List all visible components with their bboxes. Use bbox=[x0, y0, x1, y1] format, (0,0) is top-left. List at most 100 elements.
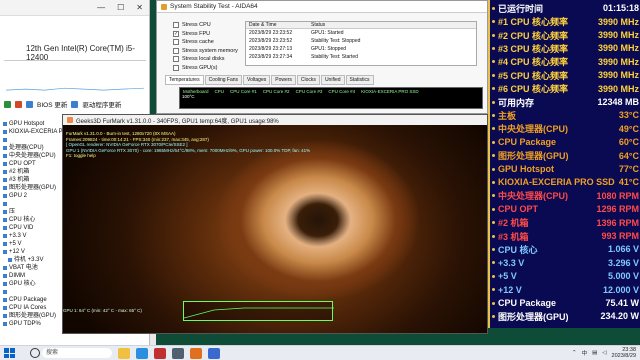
log-row[interactable]: 2023/8/29 23:27:13 GPU1: Stopped bbox=[246, 45, 476, 53]
osd-value: 60°C bbox=[618, 137, 639, 148]
app-icon[interactable] bbox=[154, 347, 166, 359]
osd-value: 1396 RPM bbox=[596, 217, 639, 228]
aida64-app-icon bbox=[161, 3, 167, 10]
sensor-tree-label: DIMM bbox=[9, 273, 25, 279]
tab-clocks[interactable]: Clocks bbox=[296, 75, 320, 85]
osd-label: +3.3 V bbox=[492, 258, 524, 268]
search-icon[interactable] bbox=[30, 348, 40, 358]
log-status: GPU1: Started bbox=[311, 30, 344, 36]
gpu-temp-readout: GPU 1: 64° C (min: 42° C - max: 65° C) bbox=[63, 308, 142, 313]
tab-voltages[interactable]: Voltages bbox=[243, 75, 271, 85]
refresh-icon[interactable] bbox=[15, 100, 22, 108]
sensor-tree-label: CPU VID bbox=[9, 225, 34, 231]
furmark-title: Geeks3D FurMark v1.31.0.0 - 340FPS, GPU1… bbox=[76, 118, 279, 125]
stress-checkbox-row[interactable]: Stress cache bbox=[173, 38, 241, 47]
volume-icon[interactable]: ◁ bbox=[602, 350, 606, 356]
sensor-tree-label: 图形处理器(GPU) bbox=[9, 313, 56, 319]
stress-checkbox-row[interactable]: ✓ Stress FPU bbox=[173, 30, 241, 39]
furmark-help-line: F1: toggle help bbox=[66, 153, 96, 158]
tab-powers[interactable]: Powers bbox=[271, 75, 296, 85]
sensor-icon bbox=[3, 234, 7, 238]
tab-unified[interactable]: Unified bbox=[320, 75, 345, 85]
checkbox-unchecked[interactable] bbox=[173, 64, 179, 71]
furmark-taskbar-icon[interactable] bbox=[190, 347, 202, 359]
stability-log: Date & Time Status 2023/8/29 23:23:52 GPU… bbox=[245, 21, 477, 66]
osd-row: CPU OPT 1296 RPM bbox=[490, 203, 640, 216]
log-header-time[interactable]: Date & Time bbox=[246, 22, 308, 28]
log-time: 2023/8/29 23:27:13 bbox=[249, 46, 293, 52]
left-toolbar: BIOS 更新 驱动程序更新 bbox=[0, 98, 150, 110]
sensor-tree-label: GPU 2 bbox=[9, 193, 28, 199]
stress-checkbox-row[interactable]: Stress system memory bbox=[173, 47, 241, 56]
ime-indicator[interactable]: 中 bbox=[582, 349, 588, 357]
sensor-icon bbox=[3, 170, 7, 174]
graph-legend-item[interactable]: CPU bbox=[215, 89, 225, 94]
stress-checkbox-row[interactable]: Stress CPU bbox=[173, 21, 241, 30]
osd-row: 图形处理器(GPU) 234.20 W bbox=[490, 310, 640, 323]
sensor-icon bbox=[3, 274, 7, 278]
furmark-app-icon bbox=[67, 117, 73, 123]
bios-update-link[interactable]: BIOS 更新 bbox=[37, 99, 67, 109]
file-explorer-icon[interactable] bbox=[118, 347, 130, 359]
sensor-overlay: 已运行时间 01:15:18 #1 CPU 核心频率 3990 MHz #2 CPU 核… bbox=[488, 0, 640, 328]
download-icon[interactable] bbox=[4, 100, 11, 108]
log-time: 2023/8/29 23:23:52 bbox=[249, 30, 293, 36]
sensor-icon bbox=[3, 210, 7, 214]
osd-row: 中央处理器(CPU) 1080 RPM bbox=[490, 190, 640, 203]
sensor-tree-label: CPU OPT bbox=[9, 161, 36, 167]
graph-legend-item[interactable]: CPU Core #3 bbox=[296, 89, 323, 94]
sensor-icon bbox=[3, 298, 7, 302]
chevron-up-icon[interactable]: ⌃ bbox=[572, 350, 577, 356]
osd-value: 3990 MHz bbox=[597, 16, 639, 27]
sensor-icon bbox=[3, 146, 7, 150]
stress-checkbox-row[interactable]: Stress GPU(s) bbox=[173, 64, 241, 73]
sensor-icon bbox=[3, 242, 7, 246]
log-time: 2023/8/29 23:23:52 bbox=[249, 38, 293, 44]
taskbar-search-field[interactable]: 搜索 bbox=[42, 348, 112, 358]
checkbox-unchecked[interactable] bbox=[173, 22, 179, 29]
driver-update-link[interactable]: 驱动程序更新 bbox=[82, 99, 121, 109]
aida64-taskbar-icon[interactable] bbox=[172, 347, 184, 359]
checkbox-unchecked[interactable] bbox=[173, 47, 179, 54]
osd-value: 1080 RPM bbox=[596, 190, 639, 201]
edge-icon[interactable] bbox=[136, 347, 148, 359]
stress-checkbox-row[interactable]: Stress local disks bbox=[173, 55, 241, 64]
sensor-icon bbox=[8, 258, 12, 262]
osd-row: #4 CPU 核心频率 3990 MHz bbox=[490, 56, 640, 69]
graph-legend-item[interactable]: CPU Core #1 bbox=[230, 89, 257, 94]
osd-label: 主板 bbox=[492, 109, 516, 122]
log-row[interactable]: 2023/8/29 23:23:52 GPU1: Started bbox=[246, 29, 476, 37]
osd-value: 5.000 V bbox=[607, 271, 639, 282]
log-header-status[interactable]: Status bbox=[308, 22, 476, 28]
tab-temperatures[interactable]: Temperatures bbox=[165, 75, 204, 85]
osd-label: 已运行时间 bbox=[492, 2, 543, 15]
checkbox-unchecked[interactable] bbox=[173, 56, 179, 63]
sensor-icon bbox=[3, 178, 7, 182]
graph-legend-item[interactable]: CPU Core #2 bbox=[263, 89, 290, 94]
osd-label: 中央处理器(CPU) bbox=[492, 122, 568, 135]
osd-label: #1 CPU 核心频率 bbox=[492, 15, 568, 28]
furmark-titlebar[interactable]: Geeks3D FurMark v1.31.0.0 - 340FPS, GPU1… bbox=[63, 115, 487, 125]
osd-row: +3.3 V 3.296 V bbox=[490, 257, 640, 270]
tab-cooling-fans[interactable]: Cooling Fans bbox=[204, 75, 243, 85]
clock[interactable]: 23:38 2023/8/29 bbox=[612, 347, 636, 360]
sensor-icon bbox=[3, 282, 7, 286]
maximize-button[interactable]: ☐ bbox=[117, 3, 124, 12]
network-icon[interactable]: ▤ bbox=[592, 350, 597, 356]
tab-statistics[interactable]: Statistics bbox=[345, 75, 374, 85]
osd-value: 1.066 V bbox=[607, 244, 639, 255]
graph-legend-item[interactable]: KIOXIA-EXCERIA PRO SSD bbox=[361, 89, 419, 94]
sensor-icon bbox=[3, 122, 7, 126]
start-button[interactable] bbox=[4, 348, 16, 358]
close-button[interactable]: ✕ bbox=[136, 3, 143, 12]
stress-checkbox-label: Stress system memory bbox=[182, 47, 238, 54]
log-row[interactable]: 2023/8/29 23:23:52 Stability Test: Stoppe… bbox=[246, 37, 476, 45]
hwinfo-taskbar-icon[interactable] bbox=[208, 347, 220, 359]
sensor-tree-label: +5 V bbox=[9, 241, 22, 247]
graph-legend-item[interactable]: CPU Core #4 bbox=[328, 89, 355, 94]
minimize-button[interactable]: — bbox=[97, 3, 105, 12]
checkbox-checked[interactable]: ✓ bbox=[173, 30, 179, 37]
log-row[interactable]: 2023/8/29 23:27:34 Stability Test: Starte… bbox=[246, 53, 476, 61]
checkbox-unchecked[interactable] bbox=[173, 39, 179, 46]
aida64-titlebar[interactable]: System Stability Test - AIDA64 bbox=[157, 1, 487, 13]
